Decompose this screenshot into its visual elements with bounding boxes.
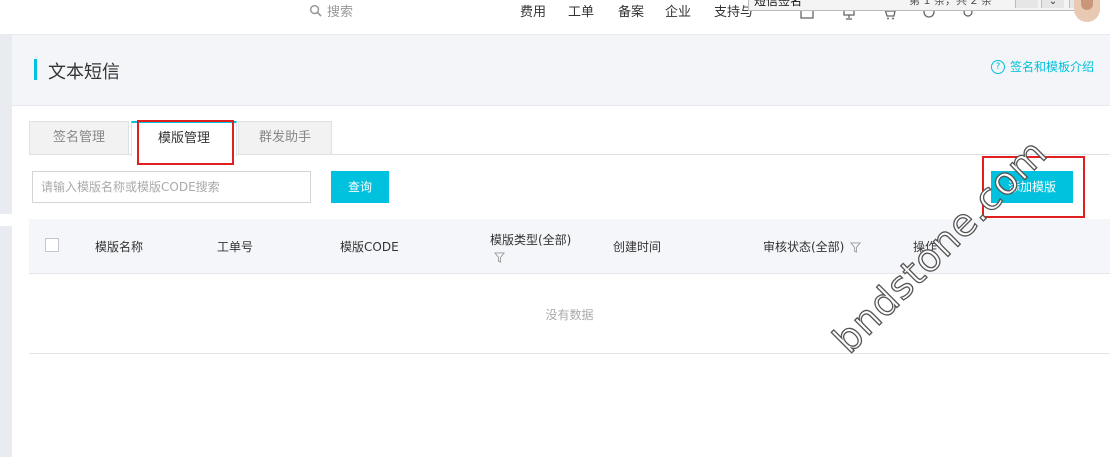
sidebar-edge-bottom [0,226,12,457]
col-review-status-label: 审核状态(全部) [763,240,845,254]
find-result-count: 第 1 条，共 2 条 [909,0,992,7]
intro-link[interactable]: ? 签名和模板介绍 [990,58,1094,75]
nav-link-billing[interactable]: 费用 [520,1,546,20]
sidebar-edge-lower [0,104,12,214]
nav-link-ticket[interactable]: 工单 [568,1,594,20]
global-search-placeholder: 搜索 [327,4,354,20]
col-template-name: 模版名称 [95,240,144,254]
page-header: 文本短信 ? 签名和模板介绍 [12,34,1110,106]
nav-link-enterprise[interactable]: 企业 [665,1,691,20]
filter-icon[interactable] [494,251,505,263]
tab-bulk-send[interactable]: 群发助手 [238,121,332,154]
nav-link-filing[interactable]: 备案 [618,1,644,20]
empty-state-text: 没有数据 [545,308,594,322]
user-avatar[interactable] [1074,0,1100,22]
title-accent-bar [34,59,37,80]
page-title: 文本短信 [48,62,120,83]
browser-find-bar: 短信签名 第 1 条，共 2 条 ⌃ ⌄ × [748,0,1096,11]
search-icon [309,4,322,17]
query-button[interactable]: 查询 [331,171,389,203]
select-all-checkbox[interactable] [45,238,59,252]
find-prev-button[interactable]: ⌃ [1015,0,1038,8]
global-search[interactable]: 搜索 [309,0,353,20]
col-template-type[interactable]: 模版类型(全部) [490,231,571,263]
col-template-code: 模版CODE [340,240,399,254]
filter-icon[interactable] [850,242,862,253]
highlight-box-tab [137,120,234,165]
tab-signature[interactable]: 签名管理 [29,121,129,154]
top-navigation: 搜索 费用 工单 备案 企业 支持与 短信签名 第 1 条，共 2 条 ⌃ ⌄ … [0,0,1110,34]
col-created-time: 创建时间 [613,240,662,254]
help-circle-icon: ? [990,59,1005,74]
col-ticket-number: 工单号 [217,240,254,254]
intro-link-label: 签名和模板介绍 [1009,60,1094,74]
sidebar-edge [0,34,12,104]
find-next-button[interactable]: ⌄ [1041,0,1064,8]
col-template-type-label: 模版类型(全部) [490,233,572,247]
table-body-empty: 没有数据 [29,274,1110,354]
find-query[interactable]: 短信签名 [754,0,802,9]
template-search-input[interactable] [32,171,311,203]
col-review-status[interactable]: 审核状态(全部) [763,238,862,255]
